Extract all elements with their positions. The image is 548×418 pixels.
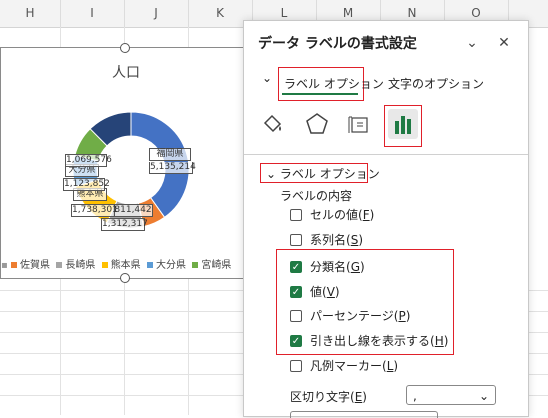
checkbox-checked[interactable]: ✓: [290, 285, 302, 298]
data-label-saga-value[interactable]: 811,442: [113, 204, 153, 217]
size-properties-icon[interactable]: [346, 111, 376, 141]
option-cell-value[interactable]: セルの値(F): [290, 206, 374, 224]
separator-label: 区切り文字(E): [290, 390, 367, 404]
option-percentage[interactable]: パーセンテージ(P): [290, 307, 410, 325]
checkbox-checked[interactable]: ✓: [290, 260, 302, 273]
tab-label-options[interactable]: ラベル オプション: [284, 75, 384, 92]
chart-title[interactable]: 人口: [1, 62, 251, 82]
legend-item-oita[interactable]: 大分県: [147, 260, 186, 271]
option-legend-key[interactable]: 凡例マーカー(L): [290, 357, 398, 375]
pane-title: データ ラベルの書式設定: [258, 36, 417, 52]
close-icon[interactable]: ✕: [494, 33, 514, 53]
chart-legend[interactable]: ▪ 佐賀県 長崎県 熊本県 大分県 宮崎県: [1, 256, 251, 271]
effects-icon[interactable]: [304, 111, 334, 141]
label-contents-heading: ラベルの内容: [280, 189, 353, 203]
separator-select[interactable]: , ⌄: [406, 385, 496, 405]
checkbox[interactable]: [290, 359, 302, 372]
checkbox[interactable]: [290, 208, 302, 221]
option-value[interactable]: ✓ 値(V): [290, 283, 340, 301]
column-header-h[interactable]: H: [0, 0, 61, 27]
legend-item-kumamoto[interactable]: 熊本県: [101, 260, 141, 271]
tab-text-options[interactable]: 文字のオプション: [388, 75, 484, 92]
legend-item-nagasaki[interactable]: 長崎県: [56, 260, 95, 271]
chevron-down-icon: ⌄: [262, 71, 273, 85]
checkbox[interactable]: [290, 309, 302, 322]
resize-handle-bottom[interactable]: [120, 273, 130, 283]
column-header-j[interactable]: J: [124, 0, 189, 27]
section-label-options[interactable]: ⌄ ラベル オプション: [266, 165, 380, 182]
data-label-kumamoto-value[interactable]: 1,738,301: [71, 204, 118, 217]
option-category-name[interactable]: ✓ 分類名(G): [290, 258, 365, 276]
data-label-miyazaki-value[interactable]: 1,069,576: [65, 154, 112, 167]
chevron-down-icon: ⌄: [478, 389, 489, 403]
chevron-down-icon: ⌄: [266, 167, 277, 181]
option-leader-lines[interactable]: ✓ 引き出し線を表示する(H): [290, 332, 448, 350]
checkbox-checked[interactable]: ✓: [290, 334, 302, 347]
divider: [244, 154, 528, 155]
chart-area[interactable]: 人口 福岡県 5,135,214 811,442 1,312,317 熊本県 1…: [0, 47, 252, 279]
active-tab-indicator: [282, 93, 358, 95]
checkbox[interactable]: [290, 233, 302, 246]
data-label-nagasaki-value[interactable]: 1,312,317: [101, 218, 148, 231]
data-label-fukuoka-value[interactable]: 5,135,214: [149, 162, 196, 174]
format-data-labels-pane: データ ラベルの書式設定 ⌄ ✕ ⌄ ラベル オプション 文字のオプション ⌄ …: [243, 20, 529, 418]
chevron-down-icon[interactable]: ⌄: [462, 33, 482, 53]
legend-item-saga[interactable]: 佐賀県: [10, 260, 50, 271]
data-label-fukuoka[interactable]: 福岡県: [149, 148, 191, 161]
data-label-oita-value[interactable]: 1,123,852: [63, 178, 110, 191]
label-options-icon[interactable]: [388, 109, 418, 139]
fill-line-icon[interactable]: [260, 111, 290, 141]
option-series-name[interactable]: 系列名(S): [290, 231, 363, 249]
resize-handle-top[interactable]: [120, 43, 130, 53]
legend-item-miyazaki[interactable]: 宮崎県: [192, 260, 231, 271]
column-header-i[interactable]: I: [60, 0, 125, 27]
